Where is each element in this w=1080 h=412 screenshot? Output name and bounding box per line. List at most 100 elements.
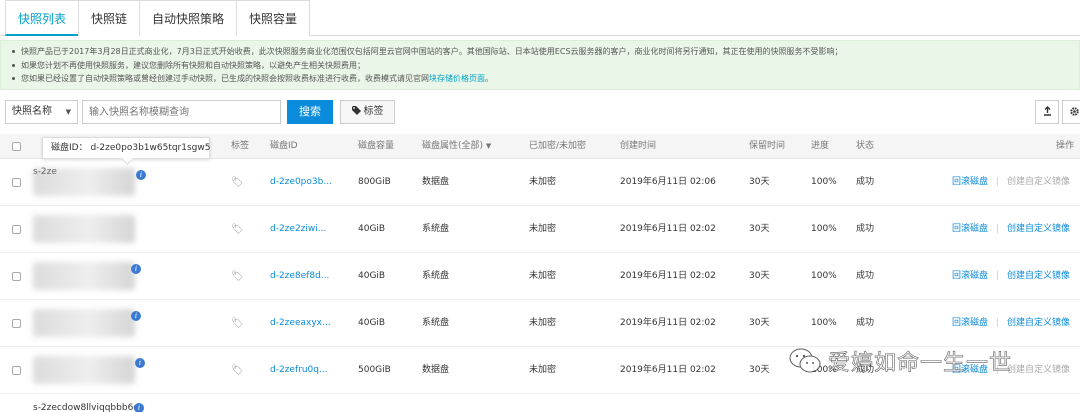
disk-attr: 数据盘: [422, 177, 450, 187]
retention-time: 30天: [749, 224, 770, 234]
table-row: i 🏷︎ d-2ze8ef8d... 40GiB 系统盘 未加密 2019年6月…: [0, 253, 1080, 300]
snapshot-id-redacted: [33, 262, 135, 290]
watermark-text: 爱婷如命一生一世: [828, 351, 1013, 377]
tag-icon[interactable]: 🏷︎: [231, 206, 244, 253]
info-icon[interactable]: i: [135, 358, 145, 368]
row-checkbox[interactable]: [12, 272, 21, 281]
created-time: 2019年6月11日 02:02: [620, 271, 716, 281]
disk-capacity: 40GiB: [358, 224, 386, 234]
info-icon[interactable]: i: [134, 403, 144, 412]
disk-capacity: 40GiB: [358, 318, 386, 328]
snapshot-id-redacted: [33, 215, 135, 243]
progress-value: 100%: [811, 224, 837, 234]
table-row: i 🏷︎ d-2zeeaxyx... 40GiB 系统盘 未加密 2019年6月…: [0, 300, 1080, 347]
tag-icon[interactable]: 🏷︎: [231, 347, 244, 394]
status-text: 成功: [856, 177, 875, 187]
create-custom-image-link[interactable]: 创建自定义镜像: [1007, 300, 1070, 347]
tag-icon[interactable]: 🏷︎: [231, 253, 244, 300]
progress-value: 100%: [811, 177, 837, 187]
disk-attr: 数据盘: [422, 365, 450, 375]
disk-capacity: 800GiB: [358, 177, 391, 187]
created-time: 2019年6月11日 02:02: [620, 365, 716, 375]
created-time: 2019年6月11日 02:06: [620, 177, 716, 187]
tag-button[interactable]: 标签: [340, 100, 395, 124]
select-all-checkbox[interactable]: [12, 142, 21, 151]
create-custom-image-link[interactable]: 创建自定义镜像: [1007, 253, 1070, 300]
export-icon[interactable]: [1035, 100, 1059, 124]
notice-line: 如果您计划不再使用快照服务，建议您删除所有快照和自动快照策略，以避免产生相关快照…: [9, 59, 1071, 73]
encrypted-status: 未加密: [529, 365, 557, 375]
rollback-disk-link[interactable]: 回滚磁盘: [952, 253, 988, 300]
column-header-created: 创建时间: [620, 141, 657, 151]
notice-banner: 快照产品已于2017年3月28日正式商业化，7月3日正式开始收费，此次快照服务商…: [0, 40, 1080, 90]
create-custom-image-link: 创建自定义镜像: [1007, 177, 1071, 187]
pricing-link[interactable]: 块存储价格页面: [429, 74, 485, 83]
tab-bar: 快照列表 快照链 自动快照策略 快照容量: [0, 0, 1080, 36]
disk-id-link[interactable]: d-2ze2ziwi...: [270, 206, 326, 253]
encrypted-status: 未加密: [529, 318, 557, 328]
created-time: 2019年6月11日 02:02: [620, 224, 716, 234]
tab-snapshot-chain[interactable]: 快照链: [78, 0, 141, 36]
disk-id-link[interactable]: d-2zeeaxyx...: [270, 300, 331, 347]
action-separator: |: [996, 224, 1000, 234]
column-header-disk-id: 磁盘ID: [270, 141, 298, 151]
tag-icon: [351, 106, 361, 115]
search-field-select[interactable]: 快照名称 ▼: [5, 100, 78, 124]
disk-id-link[interactable]: d-2zefru0q...: [270, 347, 328, 394]
chevron-down-icon: ▼: [65, 108, 71, 116]
tag-icon[interactable]: 🏷︎: [231, 159, 244, 206]
gear-icon[interactable]: [1062, 100, 1080, 124]
caret-down-icon: ▼: [485, 142, 492, 150]
disk-id-link[interactable]: d-2ze8ef8d...: [270, 253, 329, 300]
disk-attr: 系统盘: [422, 271, 450, 281]
row-checkbox[interactable]: [12, 366, 21, 375]
action-separator: |: [996, 318, 1000, 328]
status-text: 成功: [856, 318, 875, 328]
encrypted-status: 未加密: [529, 224, 557, 234]
action-separator: |: [996, 177, 1000, 187]
info-icon[interactable]: i: [131, 311, 141, 321]
column-header-disk-capacity: 磁盘容量: [358, 141, 395, 151]
disk-capacity: 40GiB: [358, 271, 386, 281]
disk-attr: 系统盘: [422, 318, 450, 328]
column-header-actions: 操作: [1056, 141, 1075, 151]
search-input[interactable]: [82, 100, 281, 124]
retention-time: 30天: [749, 271, 770, 281]
column-header-progress: 进度: [811, 141, 830, 151]
rollback-disk-link[interactable]: 回滚磁盘: [952, 300, 988, 347]
info-icon[interactable]: i: [131, 264, 141, 274]
disk-attr-filter-label: 磁盘属性(全部): [422, 141, 484, 151]
table-row: 🏷︎ d-2ze2ziwi... 40GiB 系统盘 未加密 2019年6月11…: [0, 206, 1080, 253]
row-checkbox[interactable]: [12, 319, 21, 328]
notice-line: 快照产品已于2017年3月28日正式商业化，7月3日正式开始收费，此次快照服务商…: [9, 45, 1071, 59]
rollback-disk-link[interactable]: 回滚磁盘: [952, 206, 988, 253]
tab-auto-snapshot-policy[interactable]: 自动快照策略: [139, 0, 238, 36]
rollback-disk-link[interactable]: 回滚磁盘: [952, 159, 988, 206]
create-custom-image-link: 创建自定义镜像: [1007, 365, 1071, 375]
row-checkbox[interactable]: [12, 178, 21, 187]
progress-value: 100%: [811, 271, 837, 281]
notice-text: 。: [485, 74, 493, 83]
encrypted-status: 未加密: [529, 177, 557, 187]
status-text: 成功: [856, 271, 875, 281]
disk-id-tooltip: 磁盘ID： d-2ze0po3b1w65tqr1sgw5: [42, 137, 210, 159]
action-separator: |: [996, 271, 1000, 281]
search-button[interactable]: 搜索: [287, 100, 333, 124]
tab-snapshot-list[interactable]: 快照列表: [5, 0, 80, 36]
select-value: 快照名称: [12, 106, 52, 117]
create-custom-image-link[interactable]: 创建自定义镜像: [1007, 206, 1070, 253]
created-time: 2019年6月11日 02:02: [620, 318, 716, 328]
column-header-encrypted: 已加密/未加密: [529, 141, 587, 151]
column-header-disk-attr[interactable]: 磁盘属性(全部) ▼: [422, 134, 491, 159]
snapshot-id-redacted: [33, 309, 135, 337]
toolbar: 快照名称 ▼ 搜索 标签: [5, 100, 1080, 124]
snapshot-id-redacted: [33, 356, 135, 384]
disk-id-link[interactable]: d-2ze0po3b...: [270, 159, 332, 206]
row-checkbox[interactable]: [12, 225, 21, 234]
table-row: s-2ze i 🏷︎ d-2ze0po3b... 800GiB 数据盘 未加密 …: [0, 159, 1080, 206]
wechat-watermark: 爱婷如命一生一世: [788, 344, 1012, 378]
retention-time: 30天: [749, 177, 770, 187]
tab-snapshot-capacity[interactable]: 快照容量: [236, 0, 311, 36]
tag-icon[interactable]: 🏷︎: [231, 300, 244, 347]
info-icon[interactable]: i: [136, 170, 146, 180]
